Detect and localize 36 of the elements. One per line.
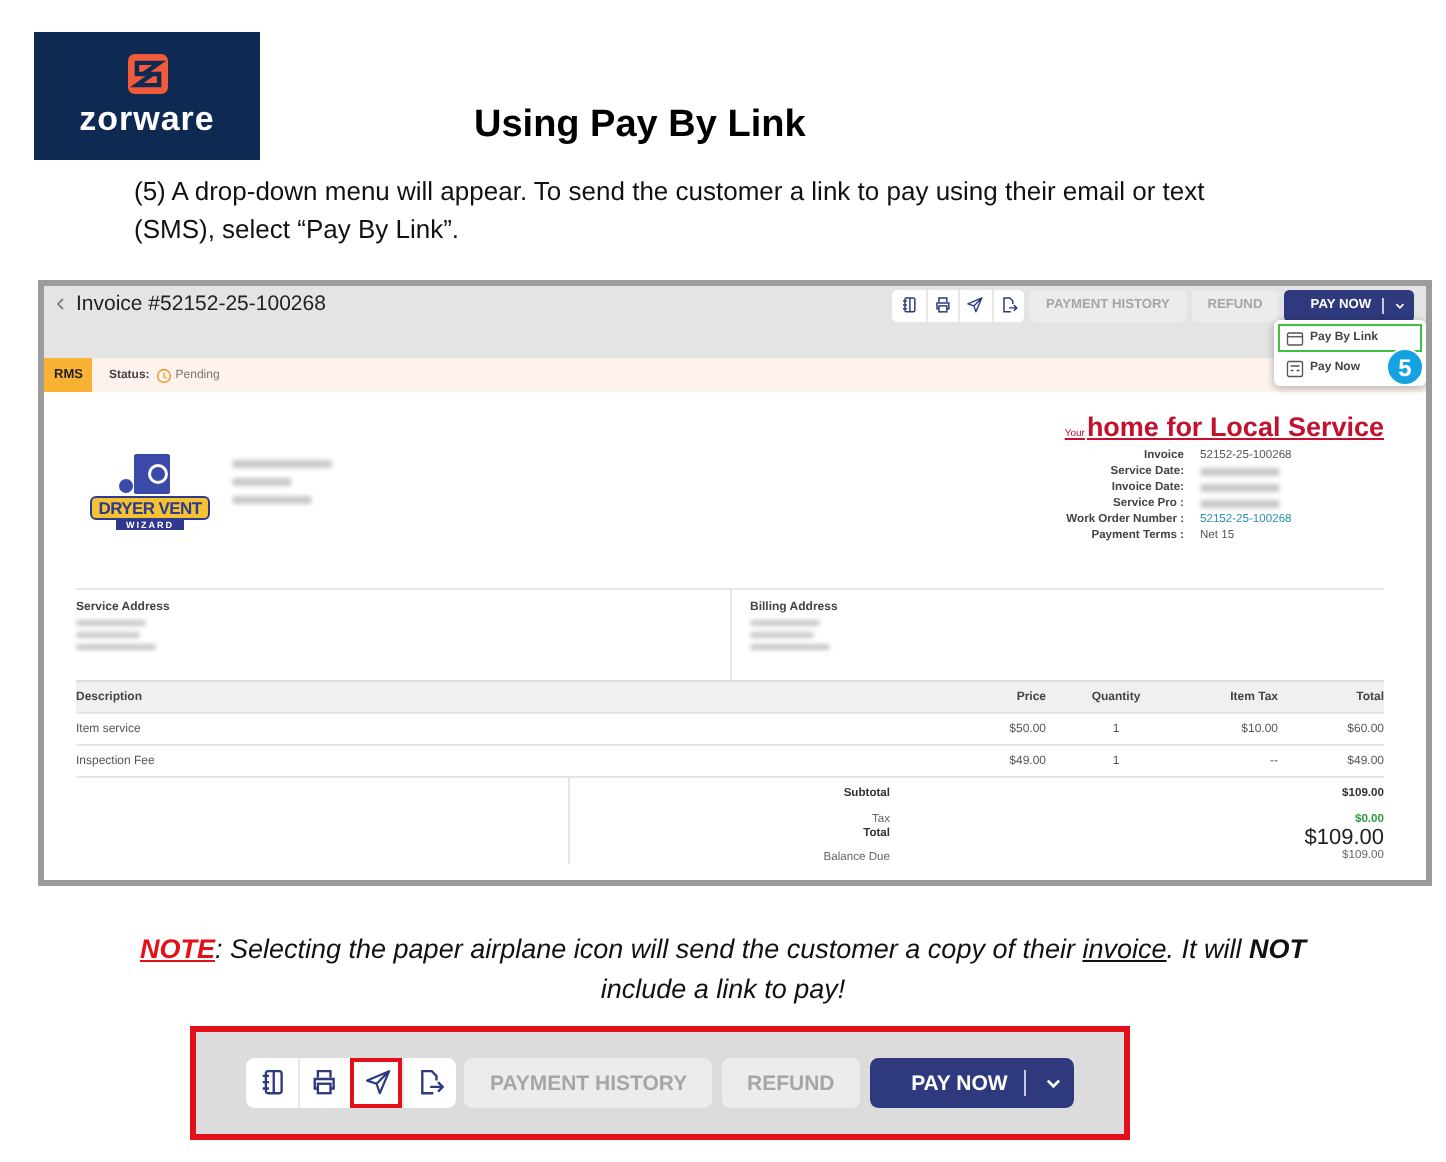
blurred-text	[1200, 484, 1280, 492]
summary-value: $109.00	[1302, 826, 1384, 850]
blurred-text	[232, 460, 332, 468]
blurred-text	[750, 632, 814, 638]
blurred-text	[750, 620, 820, 626]
card-icon	[1286, 329, 1304, 347]
payment-terminal-icon	[1286, 359, 1304, 377]
blurred-text	[76, 620, 146, 626]
export-icon	[415, 1068, 445, 1098]
blurred-text	[76, 644, 156, 650]
company-slogan: home for Local Service	[1086, 412, 1384, 442]
instruction-text: (5) A drop-down menu will appear. To send the customer a link to pay using their email or text (SMS), select “Pay By Link”.	[134, 174, 1207, 248]
page-title: Using Pay By Link	[474, 104, 806, 150]
blurred-text	[232, 478, 292, 486]
blurred-text	[1200, 468, 1280, 476]
notebook-icon	[257, 1068, 286, 1098]
send-icon	[363, 1068, 392, 1098]
blurred-text	[1200, 500, 1280, 508]
print-icon	[933, 296, 952, 315]
logo-text: zorware	[79, 99, 215, 139]
pay-now-button[interactable]: PAY NOW	[869, 1057, 1075, 1109]
send-icon	[966, 296, 985, 315]
blurred-text	[750, 644, 830, 650]
caret-icon[interactable]	[1394, 299, 1407, 312]
back-icon[interactable]	[52, 296, 68, 312]
send-button[interactable]	[350, 1057, 403, 1109]
print-icon	[310, 1068, 340, 1098]
export-icon	[999, 296, 1018, 315]
brand-name: DRYER VENT	[90, 496, 210, 520]
note-text: NOTE: Selecting the paper airplane icon will send the customer a copy of their invoice. It will NOT include a link to pay!	[138, 932, 1308, 1008]
invoice-title: Invoice #52152-25-100268	[76, 292, 326, 316]
clock-icon	[155, 367, 172, 383]
z-icon	[127, 53, 167, 93]
blurred-text	[76, 632, 140, 638]
blurred-text	[232, 496, 312, 504]
notebook-icon	[899, 296, 918, 315]
